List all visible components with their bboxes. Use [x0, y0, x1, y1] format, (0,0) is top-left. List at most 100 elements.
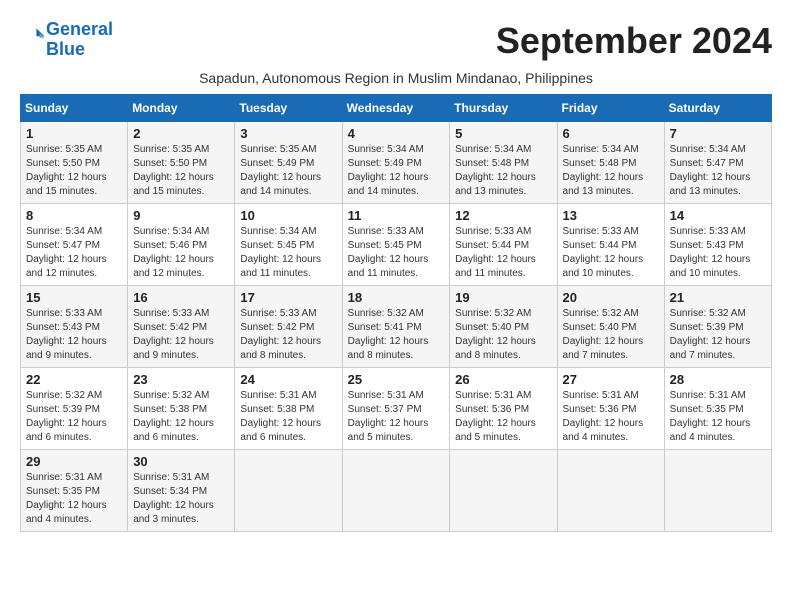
month-title: September 2024 — [496, 20, 772, 62]
day-number: 14 — [670, 208, 766, 223]
month-title-section: September 2024 — [496, 20, 772, 62]
calendar-cell: 20 Sunrise: 5:32 AMSunset: 5:40 PMDaylig… — [557, 285, 664, 367]
calendar-cell: 28 Sunrise: 5:31 AMSunset: 5:35 PMDaylig… — [664, 367, 771, 449]
day-info: Sunrise: 5:31 AMSunset: 5:35 PMDaylight:… — [670, 389, 766, 445]
day-number: 13 — [563, 208, 659, 223]
day-info: Sunrise: 5:31 AMSunset: 5:35 PMDaylight:… — [26, 471, 122, 527]
calendar-cell: 7 Sunrise: 5:34 AMSunset: 5:47 PMDayligh… — [664, 121, 771, 203]
day-info: Sunrise: 5:31 AMSunset: 5:36 PMDaylight:… — [563, 389, 659, 445]
calendar-cell: 29 Sunrise: 5:31 AMSunset: 5:35 PMDaylig… — [21, 449, 128, 531]
calendar-header-wednesday: Wednesday — [342, 94, 450, 121]
calendar-cell: 8 Sunrise: 5:34 AMSunset: 5:47 PMDayligh… — [21, 203, 128, 285]
calendar-header-thursday: Thursday — [450, 94, 557, 121]
calendar-header-sunday: Sunday — [21, 94, 128, 121]
day-info: Sunrise: 5:33 AMSunset: 5:43 PMDaylight:… — [26, 307, 122, 363]
logo-icon — [22, 25, 46, 49]
calendar-week-row-2: 8 Sunrise: 5:34 AMSunset: 5:47 PMDayligh… — [21, 203, 772, 285]
calendar-week-row-5: 29 Sunrise: 5:31 AMSunset: 5:35 PMDaylig… — [21, 449, 772, 531]
calendar-cell: 5 Sunrise: 5:34 AMSunset: 5:48 PMDayligh… — [450, 121, 557, 203]
day-info: Sunrise: 5:33 AMSunset: 5:43 PMDaylight:… — [670, 225, 766, 281]
calendar-cell: 17 Sunrise: 5:33 AMSunset: 5:42 PMDaylig… — [235, 285, 342, 367]
calendar-cell — [235, 449, 342, 531]
calendar-cell: 4 Sunrise: 5:34 AMSunset: 5:49 PMDayligh… — [342, 121, 450, 203]
day-info: Sunrise: 5:34 AMSunset: 5:47 PMDaylight:… — [670, 143, 766, 199]
calendar-cell: 11 Sunrise: 5:33 AMSunset: 5:45 PMDaylig… — [342, 203, 450, 285]
day-info: Sunrise: 5:32 AMSunset: 5:40 PMDaylight:… — [563, 307, 659, 363]
day-info: Sunrise: 5:35 AMSunset: 5:50 PMDaylight:… — [133, 143, 229, 199]
calendar-cell: 10 Sunrise: 5:34 AMSunset: 5:45 PMDaylig… — [235, 203, 342, 285]
calendar-cell: 30 Sunrise: 5:31 AMSunset: 5:34 PMDaylig… — [128, 449, 235, 531]
calendar-cell: 27 Sunrise: 5:31 AMSunset: 5:36 PMDaylig… — [557, 367, 664, 449]
calendar-cell: 2 Sunrise: 5:35 AMSunset: 5:50 PMDayligh… — [128, 121, 235, 203]
calendar-cell: 21 Sunrise: 5:32 AMSunset: 5:39 PMDaylig… — [664, 285, 771, 367]
day-info: Sunrise: 5:33 AMSunset: 5:42 PMDaylight:… — [240, 307, 336, 363]
calendar-week-row-1: 1 Sunrise: 5:35 AMSunset: 5:50 PMDayligh… — [21, 121, 772, 203]
day-info: Sunrise: 5:32 AMSunset: 5:39 PMDaylight:… — [670, 307, 766, 363]
day-info: Sunrise: 5:34 AMSunset: 5:49 PMDaylight:… — [348, 143, 445, 199]
calendar-header-friday: Friday — [557, 94, 664, 121]
day-number: 22 — [26, 372, 122, 387]
day-number: 29 — [26, 454, 122, 469]
calendar-cell: 19 Sunrise: 5:32 AMSunset: 5:40 PMDaylig… — [450, 285, 557, 367]
day-info: Sunrise: 5:34 AMSunset: 5:46 PMDaylight:… — [133, 225, 229, 281]
day-info: Sunrise: 5:32 AMSunset: 5:38 PMDaylight:… — [133, 389, 229, 445]
day-number: 24 — [240, 372, 336, 387]
calendar-cell: 9 Sunrise: 5:34 AMSunset: 5:46 PMDayligh… — [128, 203, 235, 285]
day-number: 16 — [133, 290, 229, 305]
calendar-cell: 18 Sunrise: 5:32 AMSunset: 5:41 PMDaylig… — [342, 285, 450, 367]
calendar-header-row: SundayMondayTuesdayWednesdayThursdayFrid… — [21, 94, 772, 121]
location-subtitle: Sapadun, Autonomous Region in Muslim Min… — [20, 70, 772, 86]
calendar-cell — [342, 449, 450, 531]
calendar-cell: 3 Sunrise: 5:35 AMSunset: 5:49 PMDayligh… — [235, 121, 342, 203]
day-number: 1 — [26, 126, 122, 141]
day-number: 21 — [670, 290, 766, 305]
day-number: 23 — [133, 372, 229, 387]
day-number: 28 — [670, 372, 766, 387]
day-number: 7 — [670, 126, 766, 141]
day-number: 15 — [26, 290, 122, 305]
calendar-cell — [450, 449, 557, 531]
calendar-header-tuesday: Tuesday — [235, 94, 342, 121]
day-number: 17 — [240, 290, 336, 305]
day-number: 27 — [563, 372, 659, 387]
day-info: Sunrise: 5:31 AMSunset: 5:34 PMDaylight:… — [133, 471, 229, 527]
day-number: 2 — [133, 126, 229, 141]
calendar-cell: 16 Sunrise: 5:33 AMSunset: 5:42 PMDaylig… — [128, 285, 235, 367]
calendar-table: SundayMondayTuesdayWednesdayThursdayFrid… — [20, 94, 772, 532]
day-number: 30 — [133, 454, 229, 469]
day-number: 8 — [26, 208, 122, 223]
day-info: Sunrise: 5:34 AMSunset: 5:47 PMDaylight:… — [26, 225, 122, 281]
day-info: Sunrise: 5:33 AMSunset: 5:42 PMDaylight:… — [133, 307, 229, 363]
day-number: 25 — [348, 372, 445, 387]
calendar-cell: 6 Sunrise: 5:34 AMSunset: 5:48 PMDayligh… — [557, 121, 664, 203]
day-info: Sunrise: 5:35 AMSunset: 5:50 PMDaylight:… — [26, 143, 122, 199]
day-number: 12 — [455, 208, 551, 223]
day-info: Sunrise: 5:31 AMSunset: 5:37 PMDaylight:… — [348, 389, 445, 445]
calendar-cell: 23 Sunrise: 5:32 AMSunset: 5:38 PMDaylig… — [128, 367, 235, 449]
calendar-header-saturday: Saturday — [664, 94, 771, 121]
day-number: 6 — [563, 126, 659, 141]
day-number: 20 — [563, 290, 659, 305]
day-number: 26 — [455, 372, 551, 387]
day-number: 5 — [455, 126, 551, 141]
calendar-cell: 26 Sunrise: 5:31 AMSunset: 5:36 PMDaylig… — [450, 367, 557, 449]
calendar-cell: 13 Sunrise: 5:33 AMSunset: 5:44 PMDaylig… — [557, 203, 664, 285]
calendar-cell — [664, 449, 771, 531]
calendar-cell: 1 Sunrise: 5:35 AMSunset: 5:50 PMDayligh… — [21, 121, 128, 203]
day-number: 11 — [348, 208, 445, 223]
calendar-cell: 24 Sunrise: 5:31 AMSunset: 5:38 PMDaylig… — [235, 367, 342, 449]
calendar-cell: 12 Sunrise: 5:33 AMSunset: 5:44 PMDaylig… — [450, 203, 557, 285]
calendar-week-row-4: 22 Sunrise: 5:32 AMSunset: 5:39 PMDaylig… — [21, 367, 772, 449]
calendar-cell: 25 Sunrise: 5:31 AMSunset: 5:37 PMDaylig… — [342, 367, 450, 449]
day-number: 9 — [133, 208, 229, 223]
calendar-cell: 15 Sunrise: 5:33 AMSunset: 5:43 PMDaylig… — [21, 285, 128, 367]
day-info: Sunrise: 5:33 AMSunset: 5:44 PMDaylight:… — [455, 225, 551, 281]
calendar-cell: 14 Sunrise: 5:33 AMSunset: 5:43 PMDaylig… — [664, 203, 771, 285]
calendar-cell: 22 Sunrise: 5:32 AMSunset: 5:39 PMDaylig… — [21, 367, 128, 449]
day-info: Sunrise: 5:35 AMSunset: 5:49 PMDaylight:… — [240, 143, 336, 199]
day-number: 10 — [240, 208, 336, 223]
day-info: Sunrise: 5:34 AMSunset: 5:48 PMDaylight:… — [455, 143, 551, 199]
calendar-header-monday: Monday — [128, 94, 235, 121]
day-info: Sunrise: 5:33 AMSunset: 5:44 PMDaylight:… — [563, 225, 659, 281]
calendar-cell — [557, 449, 664, 531]
